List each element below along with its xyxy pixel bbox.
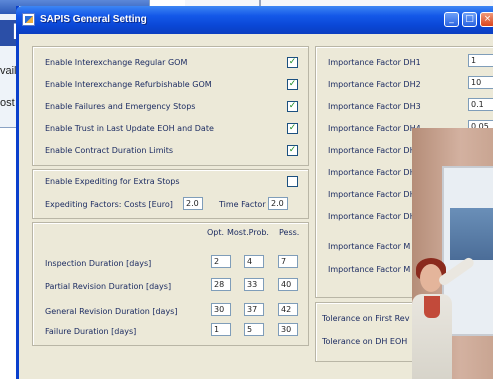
time-factor-label: Time Factor <box>219 200 266 209</box>
general-revision-opt-input[interactable]: 30 <box>211 303 231 316</box>
tolerance-first-label: Tolerance on First Rev <box>322 314 410 323</box>
importance-label: Importance Factor DH4 <box>328 124 421 133</box>
background-text-fragment: vail <box>0 65 17 77</box>
failure-pess-input[interactable]: 30 <box>278 323 298 336</box>
importance-label: Importance Factor DH <box>328 190 416 199</box>
inspection-most-input[interactable]: 4 <box>244 255 264 268</box>
app-icon <box>22 13 35 26</box>
failures-emergency-checkbox[interactable]: ✓ <box>287 101 298 112</box>
check-label: Enable Failures and Emergency Stops <box>45 102 196 111</box>
importance-label: Importance Factor DH2 <box>328 80 421 89</box>
expediting-enable-label: Enable Expediting for Extra Stops <box>45 177 180 186</box>
interexchange-refurbishable-checkbox[interactable]: ✓ <box>287 79 298 90</box>
importance-label: Importance Factor DH <box>328 168 416 177</box>
interexchange-regular-checkbox[interactable]: ✓ <box>287 57 298 68</box>
importance-label: Importance Factor DH <box>328 146 416 155</box>
inspection-pess-input[interactable]: 7 <box>278 255 298 268</box>
duration-header-most-prob: Most.Prob. <box>227 228 269 237</box>
failure-opt-input[interactable]: 1 <box>211 323 231 336</box>
enable-options-group: Enable Interexchange Regular GOM ✓ Enabl… <box>32 46 309 166</box>
general-revision-pess-input[interactable]: 42 <box>278 303 298 316</box>
presenter-collar <box>424 296 440 318</box>
expediting-costs-label: Expediting Factors: Costs [Euro] <box>45 200 173 209</box>
importance-label: Importance Factor DH1 <box>328 58 421 67</box>
expediting-costs-input[interactable]: 2.0 <box>183 197 203 210</box>
importance-dh1-input[interactable]: 1 <box>468 54 493 67</box>
partial-revision-opt-input[interactable]: 28 <box>211 278 231 291</box>
importance-label: Importance Factor DH <box>328 212 416 221</box>
check-label: Enable Interexchange Regular GOM <box>45 58 188 67</box>
maximize-button[interactable]: □ <box>462 12 477 27</box>
dialog-titlebar[interactable]: SAPIS General Setting _ □ × <box>16 6 493 34</box>
failure-most-input[interactable]: 5 <box>244 323 264 336</box>
tolerance-dh-label: Tolerance on DH EOH <box>322 337 408 346</box>
expediting-group: Enable Expediting for Extra Stops Expedi… <box>32 169 309 219</box>
background-text-fragment: ost <box>0 97 15 109</box>
importance-label: Importance Factor DH3 <box>328 102 421 111</box>
duration-row-label: Failure Duration [days] <box>45 327 137 336</box>
duration-row-label: Partial Revision Duration [days] <box>45 282 172 291</box>
time-factor-input[interactable]: 2.0 <box>268 197 288 210</box>
durations-group: Opt. Most.Prob. Pess. Inspection Duratio… <box>32 222 309 346</box>
importance-label: Importance Factor M <box>328 242 411 251</box>
general-revision-most-input[interactable]: 37 <box>244 303 264 316</box>
duration-row-label: Inspection Duration [days] <box>45 259 152 268</box>
inspection-opt-input[interactable]: 2 <box>211 255 231 268</box>
duration-row-label: General Revision Duration [days] <box>45 307 178 316</box>
duration-header-pess: Pess. <box>279 228 300 237</box>
partial-revision-pess-input[interactable]: 40 <box>278 278 298 291</box>
importance-label: Importance Factor M <box>328 265 411 274</box>
check-label: Enable Interexchange Refurbishable GOM <box>45 80 212 89</box>
check-label: Enable Trust in Last Update EOH and Date <box>45 124 214 133</box>
importance-dh3-input[interactable]: 0.1 <box>468 98 493 111</box>
close-button[interactable]: × <box>480 12 493 27</box>
duration-header-opt: Opt. <box>207 228 225 237</box>
contract-duration-checkbox[interactable]: ✓ <box>287 145 298 156</box>
partial-revision-most-input[interactable]: 33 <box>244 278 264 291</box>
dialog-title: SAPIS General Setting <box>40 14 147 25</box>
trust-last-update-checkbox[interactable]: ✓ <box>287 123 298 134</box>
expediting-checkbox[interactable] <box>287 176 298 187</box>
check-label: Enable Contract Duration Limits <box>45 146 174 155</box>
presenter-photo <box>412 128 493 379</box>
projected-screen-image <box>450 208 493 260</box>
importance-dh2-input[interactable]: 10 <box>468 76 493 89</box>
minimize-button[interactable]: _ <box>444 12 459 27</box>
